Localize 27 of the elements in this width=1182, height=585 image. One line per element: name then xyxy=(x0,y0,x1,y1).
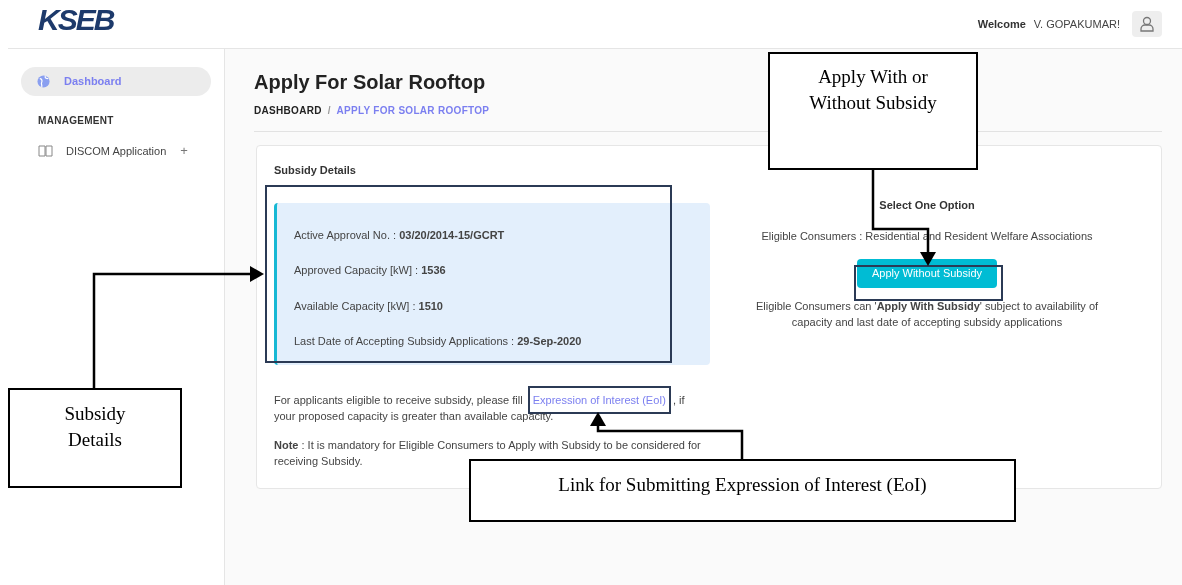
breadcrumb-link[interactable]: APPLY FOR SOLAR ROOFTOP xyxy=(336,103,490,118)
globe-icon xyxy=(37,75,50,88)
sidebar-item[interactable]: DISCOM Application + xyxy=(38,140,211,162)
detail-line: Available Capacity [kW] : 1510 xyxy=(294,298,444,314)
logo: KSEB xyxy=(38,5,114,35)
callout-box: Subsidy Details xyxy=(8,388,182,488)
section-heading: MANAGEMENT xyxy=(38,114,115,128)
apply-without-subsidy-button[interactable]: Apply Without Subsidy xyxy=(856,258,998,288)
breadcrumb-link[interactable]: DASHBOARD xyxy=(254,103,322,118)
callout-box: Apply With or Without Subsidy xyxy=(768,52,978,170)
callout-box: Link for Submitting Expression of Interest (EoI) xyxy=(469,459,1016,522)
detail-line: Approved Capacity [kW] : 1536 xyxy=(294,263,447,278)
eoi-link[interactable]: Expression of Interest (EoI) xyxy=(527,385,671,414)
page-title: Apply For Solar Rooftop xyxy=(254,70,486,95)
user-name: V. GOPAKUMAR! xyxy=(1033,16,1120,32)
card-heading: Subsidy Details xyxy=(274,163,357,178)
user-icon xyxy=(1140,16,1154,32)
book-icon xyxy=(38,145,53,157)
breadcrumb-separator: / xyxy=(327,104,331,118)
detail-line: Last Date of Accepting Subsidy Applications : 29-Sep-2020 xyxy=(294,334,583,349)
plus-icon: + xyxy=(180,141,188,161)
welcome-text: Welcome xyxy=(977,16,1026,32)
info-text: Eligible Consumers can 'Apply With Subsidy' subject to availability of capacity and last date of accepting subsidy applications xyxy=(754,298,1100,330)
profile-button[interactable] xyxy=(1132,11,1162,37)
sidebar-item[interactable]: Dashboard xyxy=(21,67,211,96)
detail-line: Active Approval No. : 03/20/2014-15/GCRT xyxy=(294,227,506,243)
options-heading: Select One Option xyxy=(879,197,975,213)
